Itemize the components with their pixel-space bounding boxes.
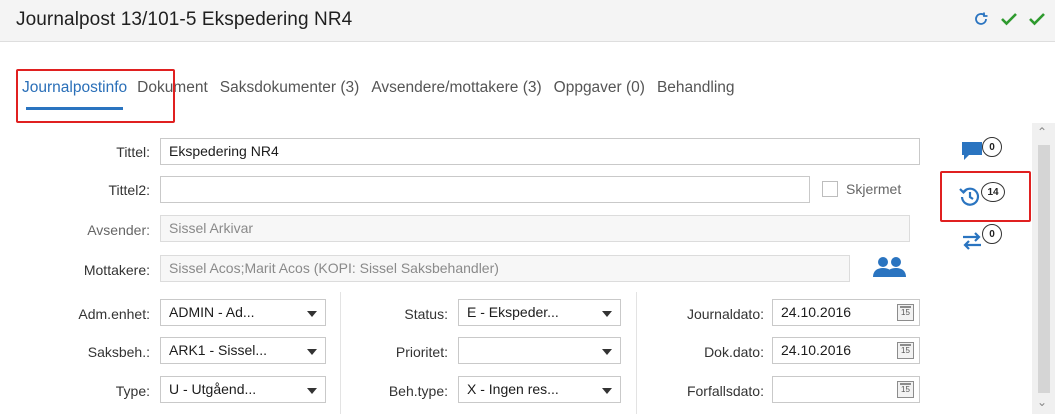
transfer-icon (963, 232, 981, 250)
history-count-badge: 14 (981, 182, 1005, 202)
scroll-down-icon[interactable]: ⌄ (1037, 395, 1047, 409)
prioritet-label: Prioritet: (395, 344, 448, 360)
save-check-icon[interactable] (999, 9, 1019, 29)
refresh-icon[interactable] (971, 9, 991, 29)
tab-dokument[interactable]: Dokument (137, 67, 208, 97)
save-close-check-icon[interactable] (1027, 9, 1047, 29)
comments-count-badge: 0 (982, 137, 1002, 157)
avsender-label: Avsender: (87, 222, 150, 238)
mottakere-field: Sissel Acos;Marit Acos (KOPI: Sissel Sak… (160, 255, 850, 282)
tittel-label: Tittel: (116, 144, 150, 160)
status-label: Status: (404, 306, 448, 322)
vertical-scrollbar[interactable]: ⌃ ⌄ (1032, 123, 1055, 414)
history-button[interactable]: 14 (958, 182, 1005, 208)
chevron-down-icon (602, 311, 612, 317)
journaldato-field[interactable]: 24.10.2016 15 (772, 299, 920, 326)
tab-bar: Journalpostinfo Dokument Saksdokumenter … (16, 67, 1046, 119)
status-select[interactable]: E - Ekspeder... (458, 299, 621, 326)
chevron-down-icon (602, 388, 612, 394)
tab-label: Dokument (137, 79, 208, 96)
tittel2-label: Tittel2: (108, 182, 151, 198)
avsender-field: Sissel Arkivar (160, 215, 910, 242)
saksbeh-value: ARK1 - Sissel... (169, 342, 268, 358)
type-value: U - Utgåend... (169, 381, 257, 397)
contacts-icon[interactable] (872, 255, 908, 279)
status-value: E - Ekspeder... (467, 304, 559, 320)
chevron-down-icon (307, 311, 317, 317)
prioritet-select[interactable] (458, 337, 621, 364)
mottakere-label: Mottakere: (83, 262, 150, 278)
window-title: Journalpost 13/101-5 Ekspedering NR4 (16, 9, 353, 30)
chevron-down-icon (307, 349, 317, 355)
tab-saksdokumenter[interactable]: Saksdokumenter (3) (220, 67, 360, 97)
history-icon (959, 187, 980, 206)
type-select[interactable]: U - Utgåend... (160, 376, 326, 403)
tab-journalpostinfo[interactable]: Journalpostinfo (22, 67, 128, 110)
calendar-icon[interactable]: 15 (897, 304, 914, 321)
behtype-label: Beh.type: (388, 383, 448, 399)
tittel-field[interactable]: Ekspedering NR4 (160, 138, 920, 165)
forfallsdato-label: Forfallsdato: (686, 383, 764, 399)
forfallsdato-field[interactable]: 15 (772, 376, 920, 403)
comment-icon (962, 142, 982, 160)
active-tab-underline (26, 107, 124, 110)
skjermet-checkbox[interactable] (822, 181, 838, 197)
tab-label: Avsendere/mottakere (3) (371, 79, 542, 96)
calendar-icon[interactable]: 15 (897, 342, 914, 359)
dokdato-value: 24.10.2016 (781, 342, 852, 358)
type-label: Type: (115, 383, 150, 399)
chevron-down-icon (307, 388, 317, 394)
adm-enhet-select[interactable]: ADMIN - Ad... (160, 299, 326, 326)
adm-enhet-label: Adm.enhet: (78, 306, 150, 322)
journaldato-value: 24.10.2016 (781, 304, 852, 320)
scroll-up-icon[interactable]: ⌃ (1037, 125, 1047, 139)
dokdato-field[interactable]: 24.10.2016 15 (772, 337, 920, 364)
transfers-count-badge: 0 (982, 224, 1002, 244)
tab-oppgaver[interactable]: Oppgaver (0) (554, 67, 645, 97)
behtype-value: X - Ingen res... (467, 381, 559, 397)
comments-button[interactable]: 0 (960, 137, 1002, 162)
adm-enhet-value: ADMIN - Ad... (169, 304, 255, 320)
saksbeh-label: Saksbeh.: (87, 344, 150, 360)
tab-label: Behandling (656, 79, 735, 96)
column-divider (636, 292, 637, 414)
tab-behandling[interactable]: Behandling (657, 67, 735, 97)
tittel2-field[interactable] (160, 176, 810, 203)
tab-label: Oppgaver (0) (553, 79, 645, 96)
skjermet-label: Skjermet (846, 181, 902, 197)
transfers-button[interactable]: 0 (960, 224, 1002, 252)
chevron-down-icon (602, 349, 612, 355)
title-actions (971, 9, 1047, 29)
saksbeh-select[interactable]: ARK1 - Sissel... (160, 337, 326, 364)
behtype-select[interactable]: X - Ingen res... (458, 376, 621, 403)
dokdato-label: Dok.dato: (704, 344, 764, 360)
window-titlebar: Journalpost 13/101-5 Ekspedering NR4 (0, 0, 1055, 42)
tab-label: Journalpostinfo (22, 79, 128, 96)
journaldato-label: Journaldato: (686, 306, 764, 322)
scrollbar-thumb[interactable] (1038, 145, 1050, 393)
tab-label: Saksdokumenter (3) (219, 79, 360, 96)
tab-avsendere-mottakere[interactable]: Avsendere/mottakere (3) (371, 67, 541, 97)
calendar-icon[interactable]: 15 (897, 381, 914, 398)
